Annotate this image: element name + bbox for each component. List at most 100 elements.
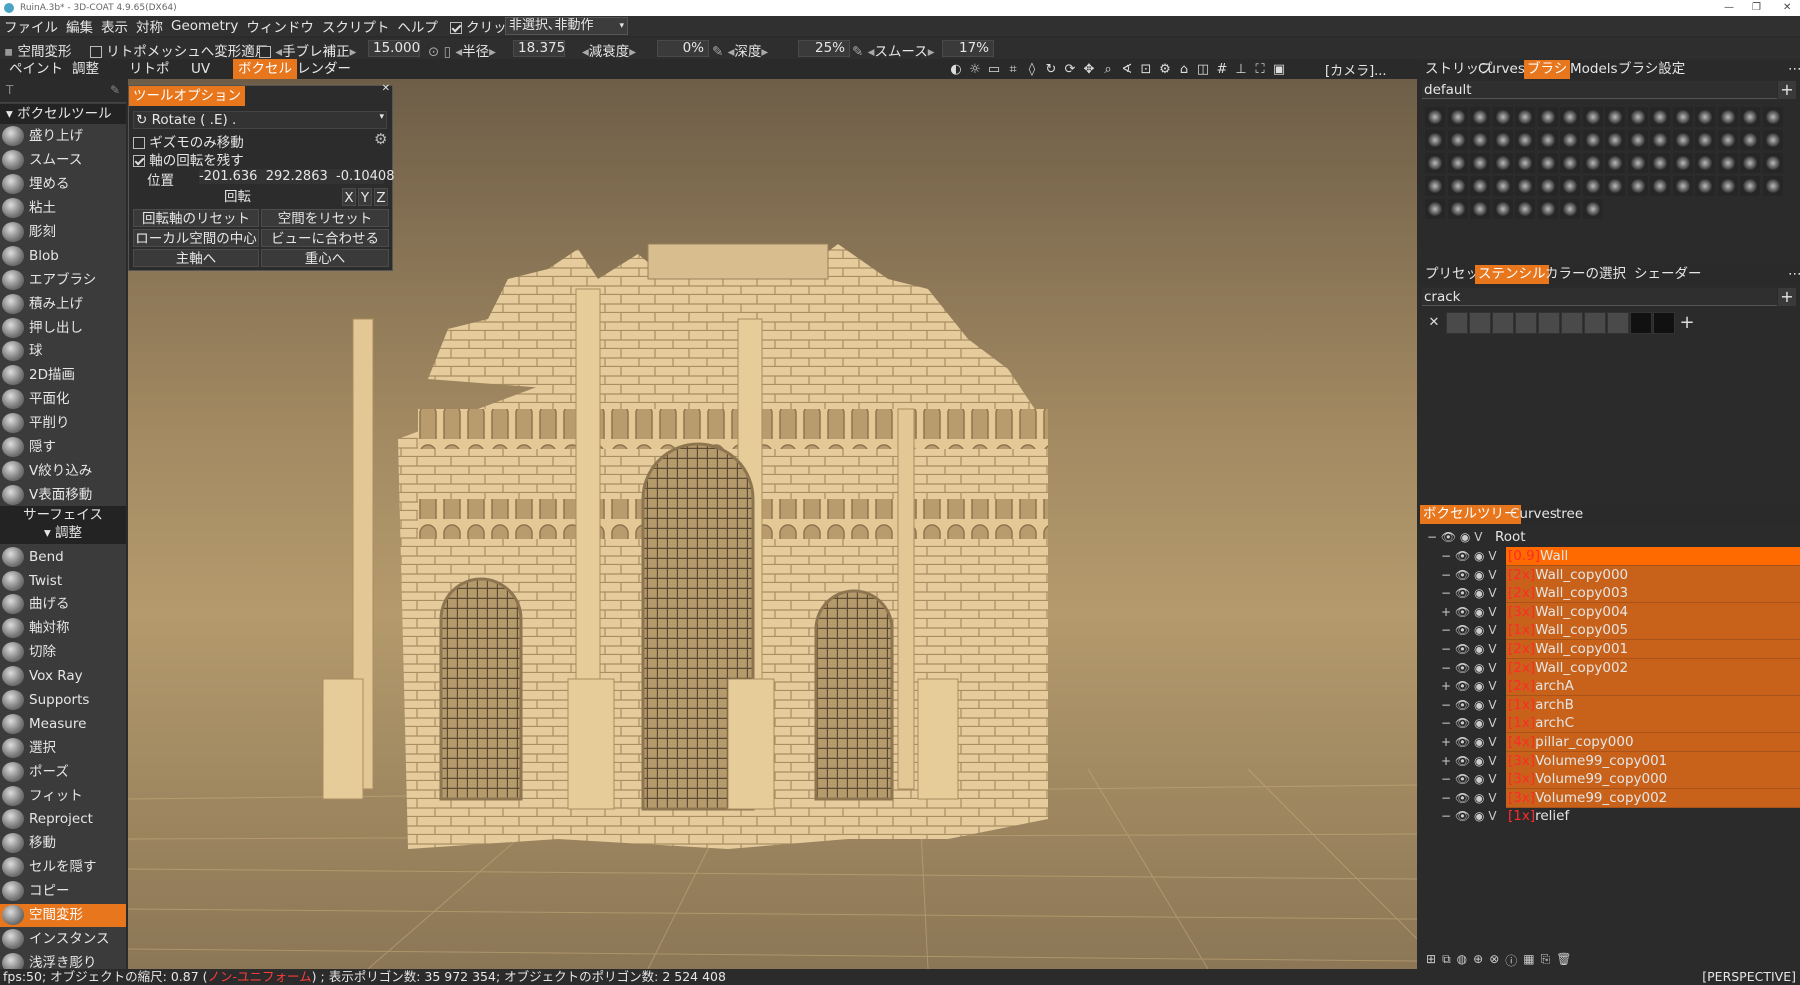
- brush-thumb[interactable]: [1605, 107, 1625, 127]
- brush-thumb[interactable]: [1425, 199, 1445, 219]
- brush-thumb[interactable]: [1425, 153, 1445, 173]
- layer-controls[interactable]: + 👁 ◉ V: [1419, 677, 1505, 696]
- adjust-tool-item[interactable]: Supports: [0, 687, 126, 712]
- adjust-tool-item[interactable]: 移動: [0, 830, 126, 855]
- sphere-icon[interactable]: ◍: [1457, 952, 1467, 969]
- brush-thumb[interactable]: [1605, 130, 1625, 150]
- tree-layer-row[interactable]: + 👁 ◉ V [2x]archA: [1419, 677, 1800, 697]
- brush-thumb[interactable]: [1672, 107, 1693, 127]
- axis-y-button[interactable]: Y: [358, 188, 372, 206]
- brush-thumb[interactable]: [1717, 176, 1738, 196]
- add-brush-button[interactable]: +: [1778, 81, 1796, 99]
- brush-thumb[interactable]: [1425, 130, 1445, 150]
- brush-thumb[interactable]: [1447, 176, 1468, 196]
- brush-thumb[interactable]: [1470, 130, 1490, 150]
- close-button[interactable]: ✕: [1783, 0, 1791, 16]
- tab-curves[interactable]: Curves: [1475, 60, 1528, 79]
- restore-button[interactable]: ❐: [1752, 0, 1761, 16]
- tab-paint[interactable]: ペイント: [4, 59, 68, 79]
- gizmo-only-checkbox[interactable]: [133, 137, 145, 149]
- stencil-thumb[interactable]: [1492, 312, 1514, 334]
- light-icon[interactable]: ☼: [967, 62, 983, 77]
- visibility-icon[interactable]: 👁 ◉ V: [1455, 807, 1497, 826]
- axis-x-button[interactable]: X: [342, 188, 356, 206]
- menu-edit[interactable]: 編集: [62, 16, 97, 36]
- axis-z-button[interactable]: Z: [374, 188, 388, 206]
- adjust-tool-item[interactable]: Measure: [0, 711, 126, 736]
- layer-label[interactable]: [2x]Wall_copy002: [1506, 658, 1800, 678]
- expand-icon[interactable]: −: [1441, 807, 1451, 826]
- brush-thumb[interactable]: [1650, 107, 1670, 127]
- brush-thumb[interactable]: [1515, 199, 1535, 219]
- brush-thumb[interactable]: [1762, 130, 1783, 150]
- layer-label[interactable]: [1x]archB: [1506, 695, 1800, 715]
- reset-space-button[interactable]: 空間をリセット: [261, 209, 389, 227]
- adjust-tool-item[interactable]: Bend: [0, 544, 126, 569]
- expand-icon[interactable]: +: [1441, 677, 1451, 696]
- move-view-icon[interactable]: ✥: [1081, 62, 1097, 77]
- layer-label[interactable]: [4x]pillar_copy000: [1506, 733, 1800, 752]
- brush-thumb[interactable]: [1650, 176, 1670, 196]
- pos-x[interactable]: -201.636: [199, 169, 257, 184]
- tree-layer-row[interactable]: − 👁 ◉ V [1x]Wall_copy005: [1419, 621, 1800, 641]
- brush-thumb[interactable]: [1447, 130, 1468, 150]
- stencil-thumb[interactable]: [1630, 312, 1652, 334]
- adjust-tool-item[interactable]: セルを隠す: [0, 854, 126, 879]
- principal-axis-button[interactable]: 主軸へ: [133, 249, 259, 267]
- layer-controls[interactable]: − 👁 ◉ V: [1419, 547, 1505, 566]
- brush-thumb[interactable]: [1515, 153, 1535, 173]
- tool-search-input[interactable]: T ✎: [0, 79, 126, 103]
- brush-thumb[interactable]: [1695, 130, 1715, 150]
- adjust-tool-item[interactable]: ポーズ: [0, 759, 126, 784]
- brush-thumb[interactable]: [1515, 130, 1535, 150]
- tree-layer-row[interactable]: − 👁 ◉ V [1x]archC: [1419, 714, 1800, 734]
- tree-layer-row[interactable]: − 👁 ◉ V [2x]Wall_copy000: [1419, 565, 1800, 585]
- layer-controls[interactable]: − 👁 ◉ V: [1419, 584, 1505, 603]
- brush-thumb[interactable]: [1560, 130, 1580, 150]
- reset-axis-button[interactable]: 回転軸のリセット: [133, 209, 259, 227]
- add-stencil-button[interactable]: +: [1778, 288, 1796, 306]
- layer-controls[interactable]: − 👁 ◉ V: [1419, 807, 1505, 826]
- brush-thumb[interactable]: [1447, 153, 1468, 173]
- tree-root[interactable]: − 👁 ◉ V Root: [1419, 528, 1800, 547]
- tab-render[interactable]: レンダー: [292, 59, 356, 79]
- tab-voxel-tree[interactable]: ボクセルツリー: [1420, 505, 1521, 524]
- brush-thumb[interactable]: [1695, 107, 1715, 127]
- voxel-tool-item[interactable]: 彫刻: [0, 219, 126, 244]
- brush-thumb[interactable]: [1537, 130, 1558, 150]
- expand-icon[interactable]: −: [1441, 714, 1451, 733]
- layer-controls[interactable]: − 👁 ◉ V: [1419, 621, 1505, 640]
- brush-thumb[interactable]: [1560, 153, 1580, 173]
- fit-icon[interactable]: ⊡: [1138, 62, 1154, 77]
- brush-thumb[interactable]: [1582, 107, 1603, 127]
- brush-thumb[interactable]: [1447, 199, 1468, 219]
- brush-thumb[interactable]: [1740, 107, 1760, 127]
- duplicate-icon[interactable]: ⊗: [1489, 952, 1499, 969]
- tree-layer-row[interactable]: + 👁 ◉ V [3x]Wall_copy004: [1419, 602, 1800, 622]
- expand-icon[interactable]: −: [1441, 640, 1451, 659]
- expand-icon[interactable]: −: [1441, 547, 1451, 566]
- position-fields[interactable]: -201.636 292.2863 -0.10408: [199, 169, 394, 184]
- voxel-tool-item[interactable]: エアブラシ: [0, 267, 126, 292]
- layer-label[interactable]: [3x]Volume99_copy000: [1506, 770, 1800, 790]
- brush-thumb[interactable]: [1717, 130, 1738, 150]
- keep-axis-checkbox[interactable]: [133, 155, 145, 167]
- adjust-tool-item[interactable]: 切除: [0, 639, 126, 664]
- jitter-checkbox[interactable]: [259, 46, 271, 58]
- minimize-button[interactable]: —: [1724, 0, 1734, 16]
- visibility-icon[interactable]: 👁 ◉ V: [1455, 770, 1497, 789]
- brush-thumb[interactable]: [1717, 153, 1738, 173]
- trash-icon[interactable]: 🗑: [1556, 952, 1571, 969]
- brush-thumb[interactable]: [1470, 153, 1490, 173]
- brush-thumb[interactable]: [1762, 107, 1783, 127]
- click-select-checkbox[interactable]: [449, 22, 462, 34]
- center-of-mass-button[interactable]: 重心へ: [261, 249, 389, 267]
- panel-close-icon[interactable]: ✕: [382, 83, 390, 94]
- brush-thumb[interactable]: [1672, 130, 1693, 150]
- brush-thumb[interactable]: [1695, 153, 1715, 173]
- menu-window[interactable]: ウィンドウ: [242, 16, 318, 36]
- brush-thumb[interactable]: [1582, 199, 1603, 219]
- brush-thumb[interactable]: [1627, 130, 1648, 150]
- voxel-tool-item[interactable]: 埋める: [0, 171, 126, 196]
- voxel-tool-item[interactable]: V絞り込み: [0, 458, 126, 483]
